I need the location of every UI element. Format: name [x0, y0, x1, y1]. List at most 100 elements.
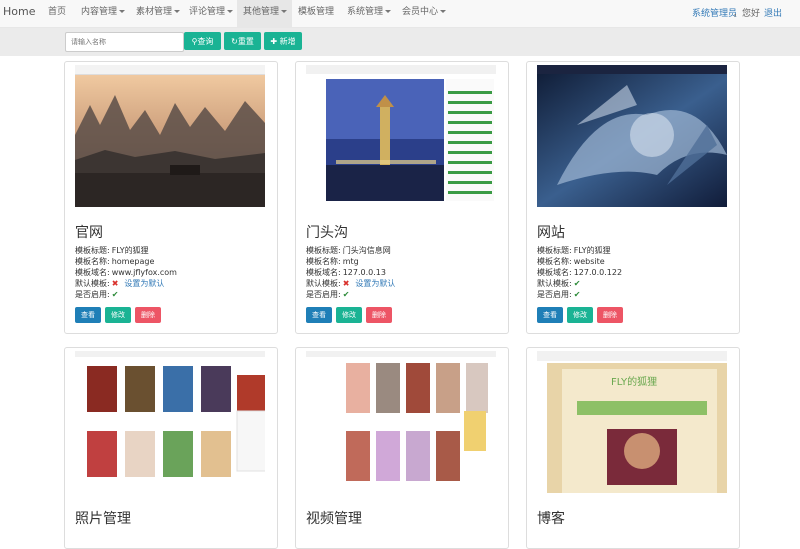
field-value: 门头沟信息网 [342, 246, 391, 255]
card-heading: 博客 [537, 511, 565, 527]
view-button[interactable]: 查看 [306, 307, 332, 323]
template-card: FLY的狐狸 博客 [526, 347, 740, 549]
field-label: 模板名称: [75, 257, 110, 266]
card-heading: 网站 [537, 225, 565, 241]
nav-label: 素材管理 [136, 7, 173, 17]
set-default-link[interactable]: 设置为默认 [355, 279, 395, 288]
nav-system-management[interactable]: 系统管理 [341, 0, 397, 27]
delete-button[interactable]: 删除 [135, 307, 161, 323]
template-title-row: 模板标题: FLY的狐狸 [537, 245, 611, 256]
template-thumbnail [537, 65, 727, 207]
nav-home[interactable]: 首页 [42, 0, 78, 27]
card-heading: 门头沟 [306, 225, 348, 241]
view-button[interactable]: 查看 [537, 307, 563, 323]
check-icon: ✔ [573, 290, 581, 299]
enabled-row: 是否启用: ✔ [75, 289, 118, 300]
nav-member-center[interactable]: 会员中心 [396, 0, 452, 27]
nav-comment-management[interactable]: 评论管理 [183, 0, 239, 27]
caret-down-icon [119, 10, 126, 13]
default-template-row: 默认模板: ✔ [537, 278, 580, 289]
field-label: 模板域名: [537, 268, 572, 277]
caret-down-icon [440, 10, 447, 13]
field-label: 模板标题: [75, 246, 110, 255]
set-default-link[interactable]: 设置为默认 [124, 279, 164, 288]
field-label: 模板域名: [75, 268, 110, 277]
view-button[interactable]: 查看 [75, 307, 101, 323]
brand-home-link[interactable]: Home [3, 5, 35, 18]
field-label: 模板标题: [537, 246, 572, 255]
pagoda-thumbnail-image [306, 65, 496, 207]
default-template-row: 默认模板: ✖ 设置为默认 [306, 278, 395, 289]
query-button[interactable]: ⚲查询 [184, 32, 221, 50]
template-card: 门头沟 模板标题: 门头沟信息网 模板名称: mtg 模板域名: 127.0.0.13… [295, 61, 509, 334]
blog-logo-text: FLY的狐狸 [611, 377, 658, 388]
check-icon: ✔ [111, 290, 119, 299]
template-thumbnail [75, 65, 265, 207]
warrior-thumbnail-image [537, 65, 727, 207]
template-thumbnail [306, 65, 496, 207]
nav-label: 系统管理 [347, 7, 384, 17]
card-heading: 照片管理 [75, 511, 131, 527]
check-icon: ✔ [342, 290, 350, 299]
delete-button[interactable]: 删除 [597, 307, 623, 323]
field-label: 是否启用: [537, 290, 572, 299]
reset-label: 重置 [237, 37, 254, 46]
template-name-row: 模板名称: homepage [75, 256, 154, 267]
template-thumbnail [75, 351, 265, 493]
template-card: 视频管理 [295, 347, 509, 549]
query-label: 查询 [197, 37, 214, 46]
cross-icon: ✖ [342, 279, 350, 288]
card-heading: 视频管理 [306, 511, 362, 527]
field-label: 是否启用: [75, 290, 110, 299]
check-icon: ✔ [573, 279, 581, 288]
logout-link[interactable]: 退出 [764, 6, 782, 19]
photo-gallery-thumbnail-image [75, 351, 265, 493]
landscape-thumbnail-image [75, 65, 265, 207]
field-value: FLY的狐狸 [111, 246, 149, 255]
template-card: 官网 模板标题: FLY的狐狸 模板名称: homepage 模板域名: www.jf… [64, 61, 278, 334]
caret-down-icon [227, 10, 234, 13]
top-navbar: Home 首页 内容管理 素材管理 评论管理 其他管理 模板管理 系统管理 会员… [0, 0, 800, 28]
edit-button[interactable]: 修改 [567, 307, 593, 323]
nav-content-management[interactable]: 内容管理 [75, 0, 131, 27]
add-button[interactable]: ✚ 新增 [264, 32, 302, 50]
nav-label: 首页 [48, 7, 67, 17]
caret-down-icon [385, 10, 392, 13]
nav-label: 评论管理 [189, 7, 226, 17]
nav-material-management[interactable]: 素材管理 [130, 0, 186, 27]
reset-button[interactable]: ↻重置 [224, 32, 261, 50]
edit-button[interactable]: 修改 [336, 307, 362, 323]
search-input[interactable] [65, 32, 184, 52]
field-value: 127.0.0.13 [342, 268, 386, 277]
field-label: 默认模板: [537, 279, 572, 288]
field-value: 127.0.0.122 [573, 268, 623, 277]
caret-down-icon [174, 10, 181, 13]
caret-down-icon [281, 10, 288, 13]
template-card: 网站 模板标题: FLY的狐狸 模板名称: website 模板域名: 127.0.0… [526, 61, 740, 334]
template-name-row: 模板名称: website [537, 256, 605, 267]
enabled-row: 是否启用: ✔ [306, 289, 349, 300]
field-value: mtg [342, 257, 359, 266]
default-template-row: 默认模板: ✖ 设置为默认 [75, 278, 164, 289]
template-title-row: 模板标题: FLY的狐狸 [75, 245, 149, 256]
thumbnail-topbar [75, 65, 265, 75]
refresh-icon: ↻ [231, 37, 238, 46]
plus-icon: ✚ [270, 37, 278, 46]
nav-template-management[interactable]: 模板管理 [292, 0, 340, 27]
delete-button[interactable]: 删除 [366, 307, 392, 323]
field-value: homepage [111, 257, 155, 266]
template-name-row: 模板名称: mtg [306, 256, 359, 267]
template-title-row: 模板标题: 门头沟信息网 [306, 245, 391, 256]
template-thumbnail: FLY的狐狸 [537, 351, 727, 493]
cross-icon: ✖ [111, 279, 119, 288]
current-user-link[interactable]: 系统管理员 [692, 6, 737, 19]
enabled-row: 是否启用: ✔ [537, 289, 580, 300]
field-label: 模板名称: [537, 257, 572, 266]
nav-other-management[interactable]: 其他管理 [237, 0, 292, 27]
field-label: 是否启用: [306, 290, 341, 299]
template-domain-row: 模板域名: www.jflyfox.com [75, 267, 177, 278]
edit-button[interactable]: 修改 [105, 307, 131, 323]
greeting-text: ，您好 [733, 9, 761, 19]
field-label: 模板标题: [306, 246, 341, 255]
nav-label: 其他管理 [243, 7, 280, 17]
